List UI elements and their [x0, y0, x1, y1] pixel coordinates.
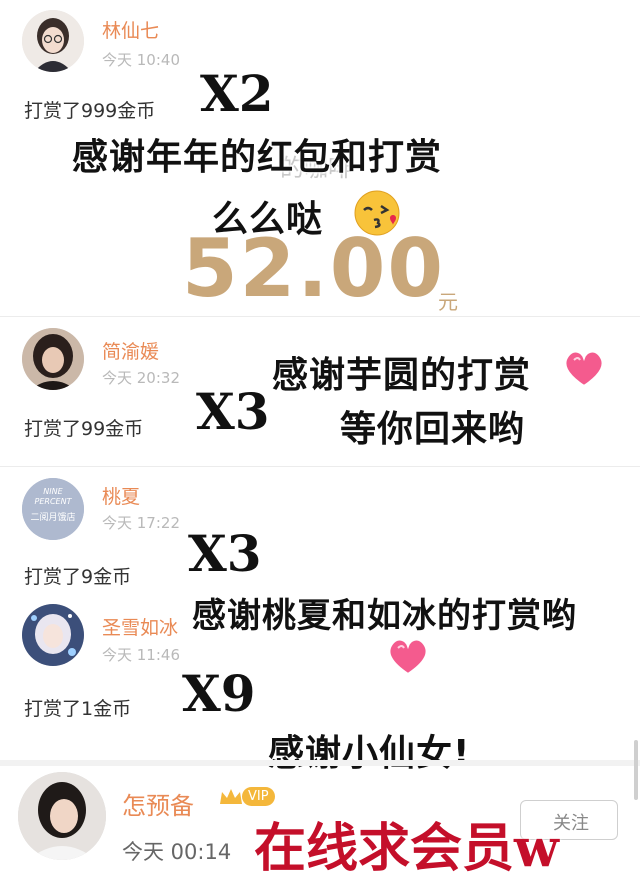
timestamp: 今天 20:32: [102, 369, 180, 387]
caption: 感谢桃夏和如冰的打赏哟: [192, 596, 577, 636]
avatar-anime-girl-icon: [22, 604, 84, 666]
scrollbar[interactable]: [634, 740, 638, 800]
red-packet-unit: 元: [438, 290, 458, 314]
avatar-woman-glasses-icon: [22, 10, 84, 72]
multiplier-label: X3: [188, 524, 262, 583]
user-name[interactable]: 桃夏: [102, 482, 140, 509]
avatar-logo-text: 二阅月饿店: [30, 513, 76, 523]
divider: [0, 760, 640, 766]
gift-text: 打赏了9金币: [24, 566, 132, 588]
gift-text: 打赏了1金币: [24, 698, 132, 720]
multiplier-label: X3: [196, 382, 270, 441]
kissing-face-icon: [354, 190, 400, 236]
avatar-logo-text: PERCENT: [34, 497, 72, 506]
caption: 感谢芋圆的打赏: [272, 355, 532, 396]
timestamp: 今天 17:22: [102, 514, 180, 532]
gift-text: 打赏了999金币: [24, 100, 156, 122]
user-name[interactable]: 林仙七: [102, 16, 159, 43]
divider: [0, 466, 640, 467]
caption: 感谢年年的红包和打赏: [72, 137, 443, 178]
timestamp: 今天 00:14: [122, 840, 232, 864]
crown-icon: [220, 789, 242, 804]
avatar[interactable]: [22, 328, 84, 390]
user-name[interactable]: 怎预备: [122, 786, 194, 821]
avatar-logo-text: NINE: [43, 487, 63, 496]
caption: 么么哒: [212, 199, 324, 240]
user-name[interactable]: 简渝媛: [102, 337, 159, 364]
divider: [0, 316, 640, 317]
avatar-woman-portrait-icon: [18, 772, 106, 860]
multiplier-label: X9: [182, 664, 256, 723]
promo-text: 在线求会员w: [254, 818, 559, 879]
user-name[interactable]: 圣雪如冰: [102, 613, 178, 640]
caption: 等你回来哟: [340, 409, 526, 450]
avatar[interactable]: [22, 604, 84, 666]
multiplier-label: X2: [200, 64, 274, 123]
avatar[interactable]: [22, 10, 84, 72]
gift-text: 打赏了99金币: [24, 418, 144, 440]
heart-icon: [388, 638, 428, 676]
heart-icon: [564, 350, 604, 388]
avatar-woman-dark-hair-icon: [22, 328, 84, 390]
vip-label: VIP: [242, 787, 275, 806]
avatar[interactable]: [18, 772, 106, 860]
timestamp: 今天 10:40: [102, 51, 180, 69]
caption: 感谢小仙女!: [268, 733, 471, 774]
timestamp: 今天 11:46: [102, 646, 180, 664]
